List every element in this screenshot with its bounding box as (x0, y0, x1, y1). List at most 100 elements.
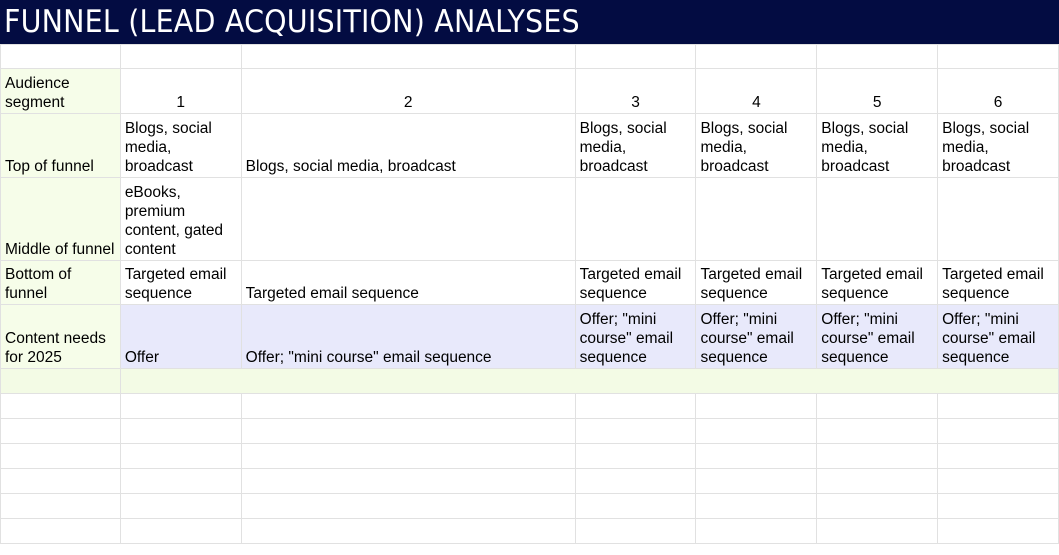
empty-row (0, 493, 1059, 519)
bottom-of-funnel-cell[interactable]: Targeted email sequence (119, 260, 242, 305)
content-needs-cell[interactable]: Offer (119, 304, 242, 369)
cell[interactable] (240, 468, 576, 494)
cell[interactable] (240, 44, 576, 69)
content-needs-cell[interactable]: Offer; "mini course" email sequence (574, 304, 697, 369)
bottom-of-funnel-cell[interactable]: Targeted email sequence (574, 260, 697, 305)
cell[interactable] (816, 443, 939, 469)
cell[interactable] (119, 493, 242, 519)
cell[interactable] (240, 418, 576, 444)
cell[interactable] (574, 44, 697, 69)
segment-number-cell[interactable]: 5 (816, 68, 939, 114)
cell[interactable] (240, 518, 576, 544)
middle-of-funnel-row: Middle of funnel eBooks, premium content… (0, 177, 1059, 261)
cell[interactable] (937, 44, 1059, 69)
bottom-of-funnel-cell[interactable]: Targeted email sequence (240, 260, 576, 305)
cell[interactable] (816, 44, 939, 69)
cell[interactable] (0, 44, 121, 69)
content-needs-cell[interactable]: Offer; "mini course" email sequence (937, 304, 1059, 369)
top-of-funnel-cell[interactable]: Blogs, social media, broadcast (574, 113, 697, 178)
segment-number-cell[interactable]: 3 (574, 68, 697, 114)
cell[interactable] (695, 418, 818, 444)
title-banner: FUNNEL (LEAD ACQUISITION) ANALYSES (0, 0, 1059, 44)
bottom-of-funnel-label[interactable]: Bottom of funnel (0, 260, 121, 305)
content-needs-row: Content needs for 2025 Offer Offer; "min… (0, 304, 1059, 369)
cell[interactable] (0, 443, 121, 469)
top-of-funnel-cell[interactable]: Blogs, social media, broadcast (119, 113, 242, 178)
top-of-funnel-cell[interactable]: Blogs, social media, broadcast (816, 113, 939, 178)
empty-row (0, 418, 1059, 444)
cell[interactable] (574, 418, 697, 444)
bottom-of-funnel-cell[interactable]: Targeted email sequence (937, 260, 1059, 305)
content-needs-cell[interactable]: Offer; "mini course" email sequence (240, 304, 576, 369)
cell[interactable] (119, 443, 242, 469)
middle-of-funnel-cell[interactable] (937, 177, 1059, 261)
spacer-row (0, 368, 1059, 394)
middle-of-funnel-cell[interactable] (816, 177, 939, 261)
cell[interactable] (695, 443, 818, 469)
cell[interactable] (0, 468, 121, 494)
cell[interactable] (119, 418, 242, 444)
empty-row (0, 518, 1059, 544)
segment-number-cell[interactable]: 2 (240, 68, 576, 114)
cell[interactable] (574, 468, 697, 494)
spreadsheet-grid: Audience segment 1 2 3 4 5 6 Top of funn… (0, 44, 1059, 544)
cell[interactable] (574, 493, 697, 519)
empty-row (0, 44, 1059, 69)
cell[interactable] (816, 418, 939, 444)
cell[interactable] (937, 418, 1059, 444)
empty-row (0, 393, 1059, 419)
cell[interactable] (937, 393, 1059, 419)
cell[interactable] (816, 493, 939, 519)
sheet-title[interactable]: FUNNEL (LEAD ACQUISITION) ANALYSES (4, 4, 580, 40)
cell[interactable] (937, 468, 1059, 494)
top-of-funnel-cell[interactable]: Blogs, social media, broadcast (240, 113, 576, 178)
cell[interactable] (816, 468, 939, 494)
cell[interactable] (0, 518, 121, 544)
cell[interactable] (816, 393, 939, 419)
cell[interactable] (695, 468, 818, 494)
cell[interactable] (119, 44, 242, 69)
audience-segment-row: Audience segment 1 2 3 4 5 6 (0, 68, 1059, 114)
segment-number-cell[interactable]: 4 (695, 68, 818, 114)
cell[interactable] (119, 518, 242, 544)
cell[interactable] (119, 393, 242, 419)
cell[interactable] (119, 468, 242, 494)
middle-of-funnel-cell[interactable] (695, 177, 818, 261)
bottom-of-funnel-cell[interactable]: Targeted email sequence (695, 260, 818, 305)
segment-number-cell[interactable]: 1 (119, 68, 242, 114)
segment-number-cell[interactable]: 6 (937, 68, 1059, 114)
merged-cell[interactable] (119, 368, 1059, 394)
bottom-of-funnel-cell[interactable]: Targeted email sequence (816, 260, 939, 305)
cell[interactable] (816, 518, 939, 544)
top-of-funnel-cell[interactable]: Blogs, social media, broadcast (937, 113, 1059, 178)
cell[interactable] (695, 44, 818, 69)
cell[interactable] (574, 443, 697, 469)
middle-of-funnel-cell[interactable]: eBooks, premium content, gated content (119, 177, 242, 261)
empty-row (0, 468, 1059, 494)
content-needs-cell[interactable]: Offer; "mini course" email sequence (816, 304, 939, 369)
cell[interactable] (695, 493, 818, 519)
cell[interactable] (0, 493, 121, 519)
cell[interactable] (937, 493, 1059, 519)
content-needs-label[interactable]: Content needs for 2025 (0, 304, 121, 369)
top-of-funnel-cell[interactable]: Blogs, social media, broadcast (695, 113, 818, 178)
content-needs-cell[interactable]: Offer; "mini course" email sequence (695, 304, 818, 369)
top-of-funnel-label[interactable]: Top of funnel (0, 113, 121, 178)
top-of-funnel-row: Top of funnel Blogs, social media, broad… (0, 113, 1059, 178)
cell[interactable] (574, 518, 697, 544)
cell[interactable] (937, 443, 1059, 469)
cell[interactable] (240, 493, 576, 519)
cell[interactable] (0, 418, 121, 444)
cell[interactable] (695, 393, 818, 419)
middle-of-funnel-cell[interactable] (574, 177, 697, 261)
audience-segment-label[interactable]: Audience segment (0, 68, 121, 114)
cell[interactable] (0, 393, 121, 419)
middle-of-funnel-cell[interactable] (240, 177, 576, 261)
cell[interactable] (240, 443, 576, 469)
middle-of-funnel-label[interactable]: Middle of funnel (0, 177, 121, 261)
cell[interactable] (937, 518, 1059, 544)
cell[interactable] (695, 518, 818, 544)
cell[interactable] (574, 393, 697, 419)
cell[interactable] (0, 368, 121, 394)
cell[interactable] (240, 393, 576, 419)
